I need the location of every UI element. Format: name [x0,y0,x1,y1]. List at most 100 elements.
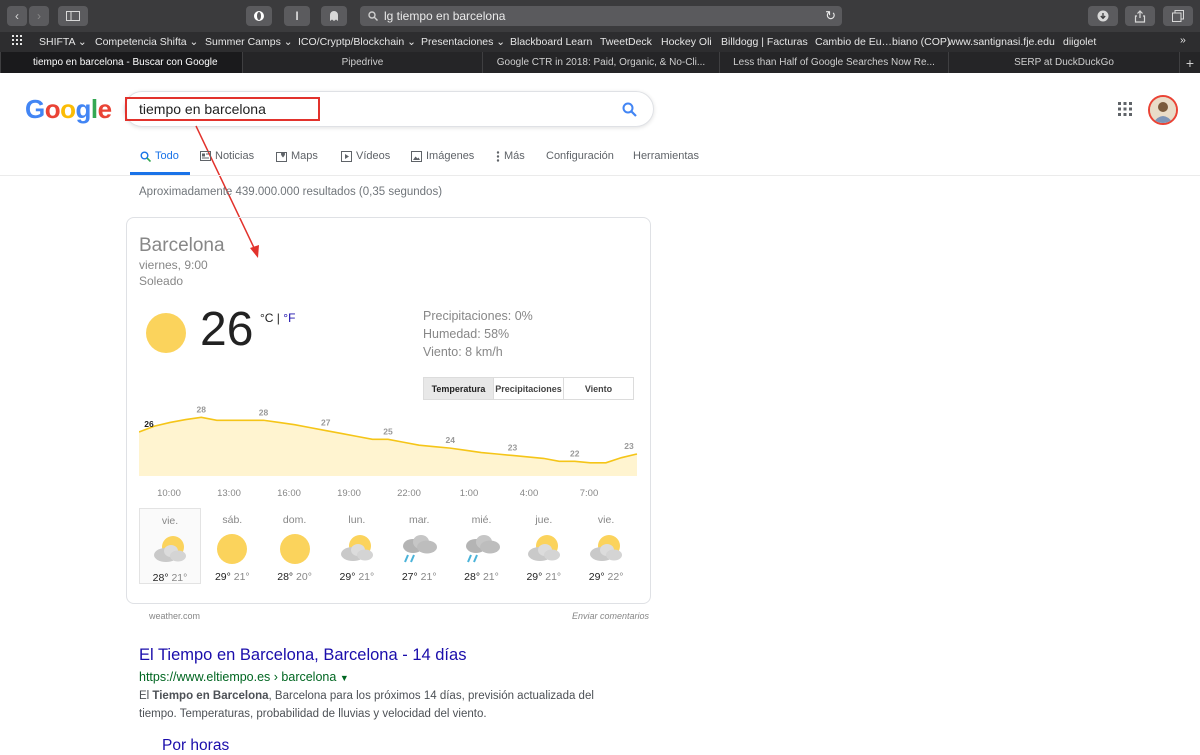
caret-down-icon[interactable]: ▼ [340,673,349,683]
forecast-temps: 28° 20° [264,571,326,583]
snippet-text: El [139,690,153,702]
forecast-day-name: mié. [471,514,492,526]
forecast-day-name: dom. [282,514,307,526]
temperature-data-label: 28 [197,404,207,414]
tab-label: Herramientas [633,150,700,162]
forecast-day[interactable]: mar. 27° 21° [388,508,450,584]
weather-datetime: viernes, 9:00 [139,258,208,272]
forecast-high: 29° [526,571,543,583]
forecast-day-name: jue. [535,514,553,526]
tab-maps[interactable]: Maps [276,150,318,162]
sitelink-por-horas[interactable]: Por horas [162,737,229,755]
tab-configuracion[interactable]: Configuración [546,150,614,162]
tab-imagenes[interactable]: Imágenes [411,150,474,162]
precipitation-text: Precipitaciones: 0% [423,309,533,323]
tab-label: Todo [155,150,179,162]
temperature-data-label: 24 [446,435,456,445]
map-icon [276,151,287,162]
feedback-link[interactable]: Enviar comentarios [572,611,649,621]
humidity-text: Humedad: 58% [423,327,510,341]
forecast-day-name: mar. [408,514,430,526]
forecast-day[interactable]: vie. 28° 21° [139,508,201,584]
tab-label: Más [504,150,525,162]
unit-fahrenheit[interactable]: °F [283,311,295,325]
temperature-data-label: 25 [383,426,393,436]
sun-icon [279,534,310,564]
forecast-low: 21° [233,571,250,583]
tab-label: Maps [291,150,318,162]
temperature-data-label: 22 [570,448,580,458]
forecast-low: 22° [607,571,624,583]
partly-cloudy-icon [590,535,623,561]
snippet-bold: Tiempo en Barcelona [152,690,269,702]
temperature-data-label: 28 [259,407,269,417]
weather-mode-buttons: Temperatura Precipitaciones Viento [423,377,634,400]
forecast-day[interactable]: sáb. 29° 21° [201,508,263,584]
time-tick-label: 19:00 [337,488,361,499]
result-url-text: https://www.eltiempo.es › barcelona [139,670,337,684]
forecast-day-name: lun. [348,514,366,526]
forecast-icon [451,532,513,566]
forecast-icon [513,532,575,566]
rain-icon [465,535,500,563]
forecast-low: 20° [296,571,312,583]
tab-label: Noticias [215,150,255,162]
forecast-low: 21° [482,571,499,583]
forecast-temps: 29° 21° [513,571,575,583]
unit-celsius[interactable]: °C [260,311,273,325]
weather-source[interactable]: weather.com [149,611,200,621]
forecast-high: 29° [588,571,605,583]
account-avatar[interactable] [1148,95,1178,125]
forecast-low: 21° [358,571,375,583]
temperature-data-label: 27 [321,418,331,428]
result-title-link[interactable]: El Tiempo en Barcelona, Barcelona - 14 d… [139,646,466,665]
tab-label: Imágenes [426,150,475,162]
forecast-low: 21° [171,572,188,584]
forecast-icon [201,532,263,566]
forecast-icon [388,532,450,566]
tab-herramientas[interactable]: Herramientas [633,150,699,162]
forecast-temps: 28° 21° [140,572,200,584]
forecast-day[interactable]: jue. 29° 21° [513,508,575,584]
google-apps-icon[interactable] [1118,102,1132,116]
forecast-icon [140,533,200,567]
forecast-high: 27° [401,571,418,583]
forecast-temps: 29° 21° [326,571,388,583]
temperature-data-label: 23 [624,441,634,451]
weather-condition: Soleado [139,274,184,288]
forecast-high: 28° [277,571,294,583]
result-stats: Aproximadamente 439.000.000 resultados (… [139,186,443,198]
image-icon [411,150,422,162]
current-temperature: 26 [200,303,254,356]
unit-separator: | [273,311,284,325]
partly-cloudy-icon [340,535,373,561]
time-tick-label: 16:00 [277,488,301,499]
forecast-day-name: vie. [161,515,179,527]
news-icon [200,151,211,161]
wind-text: Viento: 8 km/h [423,345,503,359]
temperature-chart: 26 28 28 27 25 24 23 22 23 [139,404,638,476]
time-tick-label: 22:00 [397,488,421,499]
forecast-day[interactable]: dom. 28° 20° [264,508,326,584]
temperature-button[interactable]: Temperatura [424,378,494,399]
unit-toggle: °C | °F [260,311,295,325]
precipitation-button[interactable]: Precipitaciones [494,378,564,399]
result-snippet-line2: tiempo. Temperaturas, probabilidad de ll… [139,708,487,720]
forecast-day[interactable]: lun. 29° 21° [326,508,388,584]
tab-mas[interactable]: Más [496,150,525,162]
tab-todo[interactable]: Todo [140,150,179,162]
forecast-temps: 27° 21° [388,571,450,583]
snippet-text: , Barcelona para los próximos 14 días, p… [268,690,594,702]
forecast-day[interactable]: mié. 28° 21° [451,508,513,584]
wind-button[interactable]: Viento [564,378,633,399]
result-url[interactable]: https://www.eltiempo.es › barcelona ▼ [139,670,349,684]
forecast-day[interactable]: vie. 29° 22° [575,508,637,584]
forecast-temps: 28° 21° [451,571,513,583]
rain-icon [403,535,438,563]
forecast-temps: 29° 22° [575,571,637,583]
forecast-high: 28° [152,572,169,584]
tab-noticias[interactable]: Noticias [200,150,254,162]
tab-videos[interactable]: Vídeos [341,150,390,162]
forecast-icon [326,532,388,566]
video-icon [341,150,352,162]
